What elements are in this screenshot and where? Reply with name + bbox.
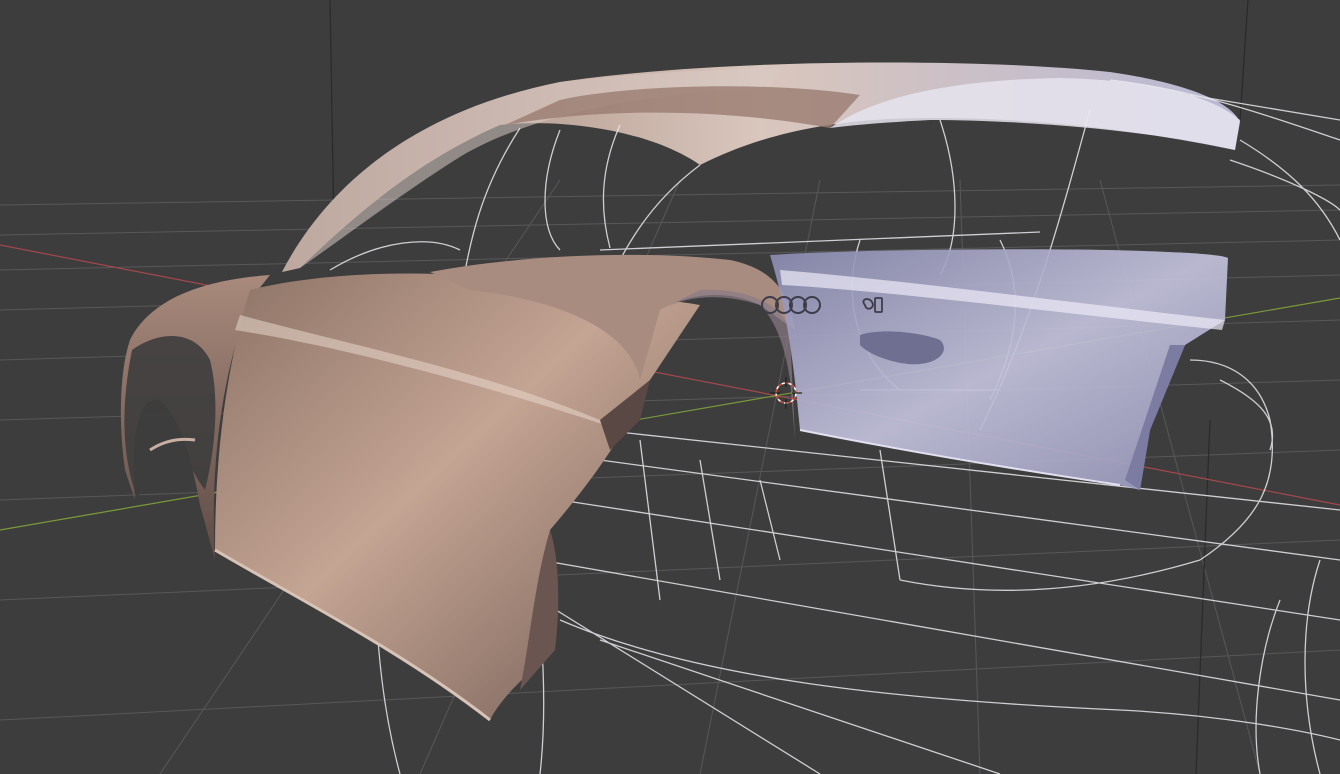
rear-door-panel[interactable] xyxy=(770,249,1228,490)
3d-viewport[interactable] xyxy=(0,0,1340,774)
roof-panel[interactable] xyxy=(282,62,1240,272)
viewport-canvas[interactable] xyxy=(0,0,1340,774)
